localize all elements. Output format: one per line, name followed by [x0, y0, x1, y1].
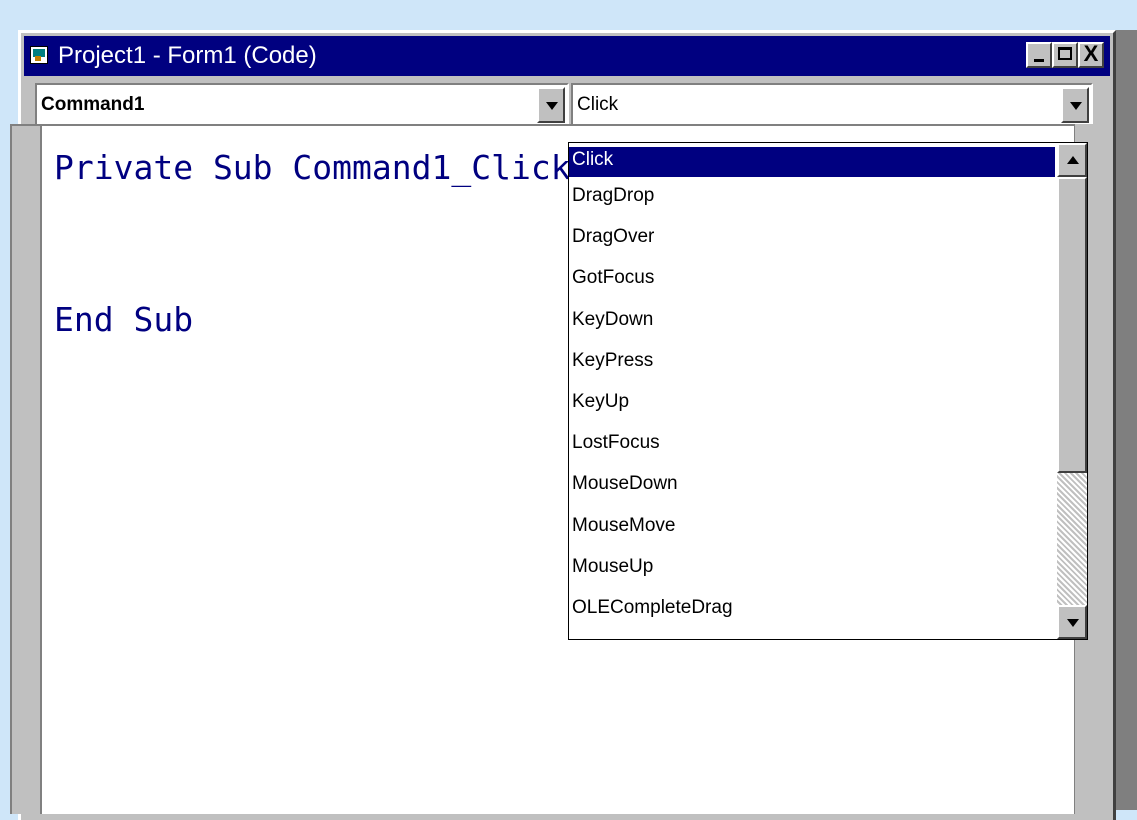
title-bar[interactable]: Project1 - Form1 (Code) X: [24, 36, 1110, 76]
margin-indicator-bar: [12, 126, 42, 814]
scroll-up-arrow-icon[interactable]: [1057, 143, 1087, 177]
form-window-icon[interactable]: [30, 46, 48, 64]
list-item[interactable]: KeyUp: [569, 385, 1055, 419]
scrollbar-track[interactable]: [1057, 473, 1087, 605]
window-title: Project1 - Form1 (Code): [58, 42, 317, 69]
close-button[interactable]: X: [1078, 42, 1104, 68]
procedure-combo[interactable]: Click: [571, 83, 1093, 127]
procedure-combo-value: Click: [577, 94, 619, 115]
window-edge: [1116, 30, 1137, 810]
chevron-down-icon[interactable]: [537, 87, 565, 123]
list-item[interactable]: MouseDown: [569, 467, 1055, 501]
list-item[interactable]: OLECompleteDrag: [569, 591, 1055, 625]
code-line[interactable]: Private Sub Command1_Click(): [54, 148, 610, 188]
list-item[interactable]: DragOver: [569, 220, 1055, 254]
chevron-down-icon[interactable]: [1061, 87, 1089, 123]
list-item[interactable]: LostFocus: [569, 426, 1055, 460]
list-item[interactable]: GotFocus: [569, 261, 1055, 295]
list-item[interactable]: KeyDown: [569, 303, 1055, 337]
list-item-click[interactable]: Click: [569, 147, 1055, 177]
code-line[interactable]: End Sub: [54, 300, 193, 340]
list-item[interactable]: KeyPress: [569, 344, 1055, 378]
list-item[interactable]: MouseMove: [569, 509, 1055, 543]
object-combo-value: Command1: [41, 94, 145, 115]
list-item[interactable]: MouseUp: [569, 550, 1055, 584]
procedure-dropdown-list[interactable]: Click DragDrop DragOver GotFocus KeyDown…: [568, 142, 1088, 640]
object-combo[interactable]: Command1: [35, 83, 569, 127]
list-item[interactable]: DragDrop: [569, 179, 1055, 213]
list-scrollbar[interactable]: [1057, 143, 1087, 639]
maximize-button[interactable]: [1052, 42, 1078, 68]
scroll-down-arrow-icon[interactable]: [1057, 605, 1087, 639]
scrollbar-thumb[interactable]: [1057, 177, 1087, 473]
minimize-button[interactable]: [1026, 42, 1052, 68]
